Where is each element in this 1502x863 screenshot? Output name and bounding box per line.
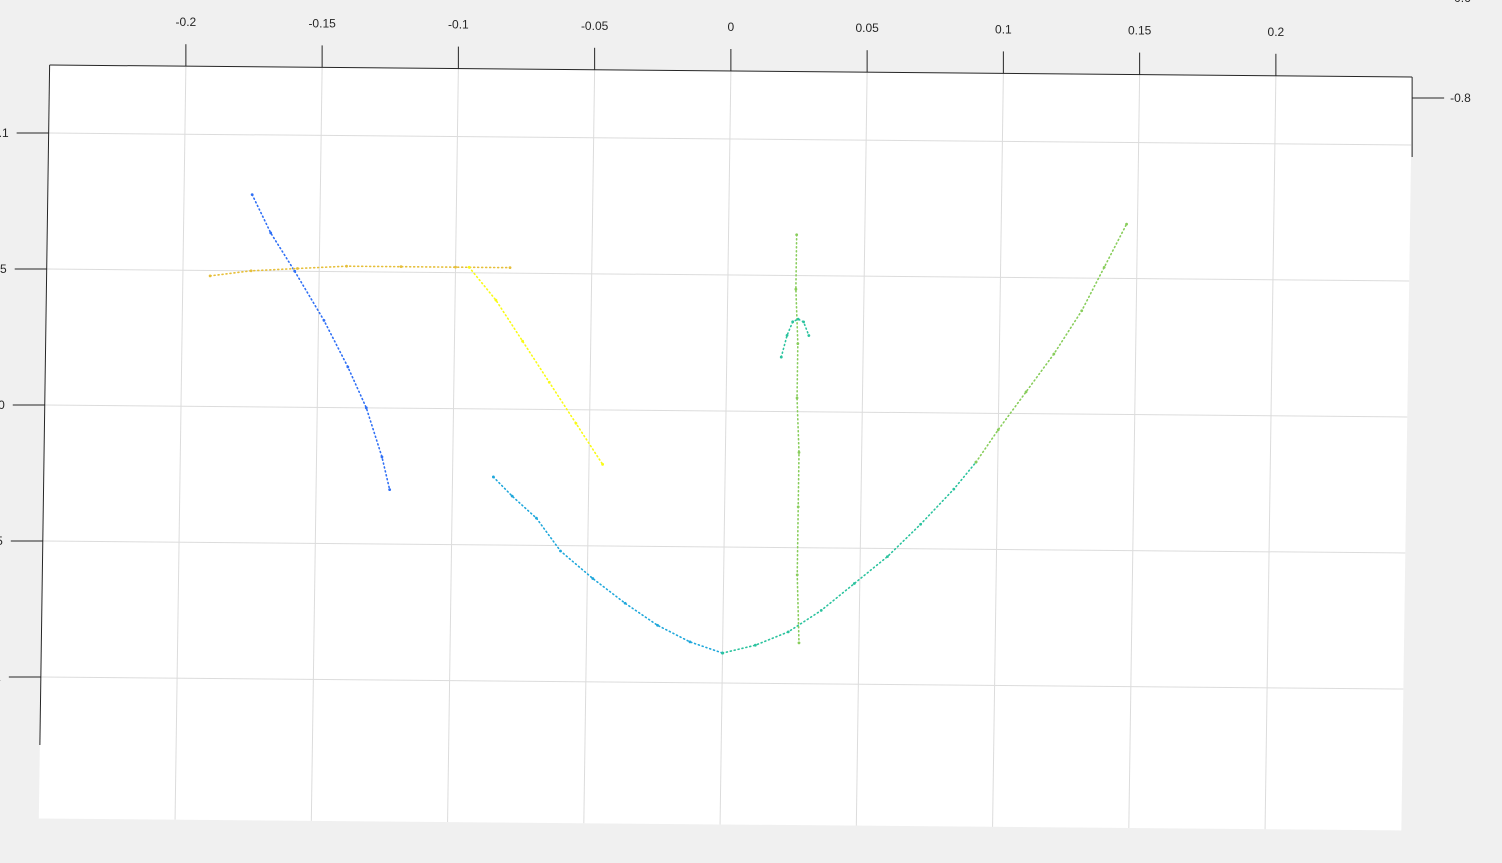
x-tick-label: -0.05: [581, 19, 609, 33]
x-tick-label: 0.05: [855, 21, 879, 35]
y-tick-label: 0: [0, 398, 5, 412]
data-point: [797, 641, 801, 645]
data-point: [250, 193, 254, 197]
data-point: [547, 380, 551, 384]
data-point: [795, 396, 799, 400]
data-point: [952, 487, 956, 491]
data-point: [753, 643, 757, 647]
data-point: [796, 505, 800, 509]
y-axis-ticks: -0.1 -0.05 0 0.05 0.1: [0, 126, 49, 684]
data-point: [1102, 266, 1106, 269]
data-point: [721, 651, 724, 655]
data-point: [591, 577, 595, 580]
data-point: [380, 455, 384, 459]
data-point: [785, 333, 789, 337]
data-point: [1125, 222, 1128, 226]
figure-window: -0.2-0.15-0.1-0.0500.050.10.150.2 -0.1-0…: [0, 0, 1502, 863]
data-point: [1024, 390, 1028, 394]
data-point: [791, 320, 795, 324]
data-point: [795, 573, 799, 577]
data-point: [364, 406, 368, 410]
data-point: [688, 640, 692, 644]
data-point: [296, 267, 299, 270]
data-point: [454, 265, 457, 269]
x-axis-ticks: -0.2 -0.15 -0.1 -0.05 0 0.05 0.1 0.15 0.2: [176, 15, 1285, 76]
data-point: [574, 421, 578, 425]
data-point: [996, 428, 1000, 432]
data-point: [807, 334, 811, 337]
data-point: [492, 475, 495, 479]
z-axis-ticks: -0.8 -0.6: [1412, 0, 1471, 105]
x-tick-label: -0.1: [448, 18, 469, 32]
data-point: [886, 555, 889, 558]
x-tick-label: 0.1: [995, 22, 1012, 36]
data-point: [623, 601, 627, 605]
y-tick-label: -0.1: [0, 126, 9, 140]
z-tick-label: -0.8: [1450, 91, 1471, 105]
data-point: [1080, 309, 1084, 313]
data-point: [974, 460, 978, 464]
data-point: [796, 317, 800, 321]
data-point: [919, 522, 923, 526]
data-point: [779, 355, 783, 359]
data-point: [249, 269, 253, 273]
data-point: [208, 274, 212, 278]
data-point: [467, 265, 471, 269]
y-tick-label: 0.1: [0, 670, 1, 684]
x-tick-label: -0.15: [308, 16, 336, 30]
data-point: [1052, 352, 1056, 356]
x-tick-label: 0.2: [1268, 25, 1285, 39]
data-point: [346, 365, 350, 369]
data-point: [388, 488, 392, 492]
scatter-3d-chart[interactable]: -0.2-0.15-0.1-0.0500.050.10.150.2 -0.1-0…: [0, 0, 1502, 863]
data-point: [795, 233, 799, 237]
x-tick-label: 0.15: [1128, 24, 1152, 38]
data-point: [322, 319, 326, 322]
data-point: [852, 582, 856, 585]
y-tick-label: -0.05: [0, 262, 7, 276]
data-point: [521, 339, 524, 343]
data-point: [802, 320, 805, 324]
data-point: [508, 266, 512, 270]
data-point: [510, 494, 514, 498]
data-point: [601, 462, 604, 466]
data-point: [269, 231, 273, 235]
data-point: [794, 287, 798, 291]
x-tick-label: 0: [728, 20, 735, 34]
data-point: [399, 265, 403, 269]
z-tick-label: -0.6: [1450, 0, 1471, 5]
data-point: [293, 269, 297, 273]
data-point: [345, 264, 348, 268]
data-point: [656, 623, 659, 627]
data-point: [535, 516, 538, 520]
data-point: [494, 298, 498, 302]
data-point: [559, 549, 562, 553]
x-tick-label: -0.2: [176, 15, 197, 29]
data-point: [797, 451, 801, 454]
data-point: [786, 630, 790, 634]
y-tick-label: 0.05: [0, 534, 3, 548]
data-point: [796, 342, 800, 346]
data-point: [819, 609, 823, 612]
